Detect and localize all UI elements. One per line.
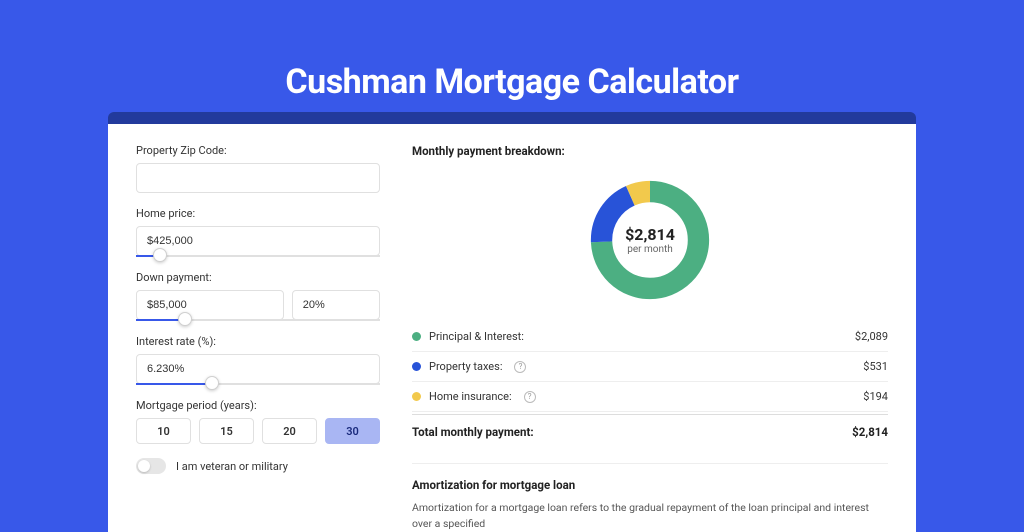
calculator-card: Property Zip Code: Home price: Down paym… bbox=[108, 112, 916, 532]
breakdown-title: Monthly payment breakdown: bbox=[412, 144, 888, 158]
price-input[interactable] bbox=[136, 226, 380, 256]
pi-label: Principal & Interest: bbox=[429, 330, 524, 343]
price-slider-thumb[interactable] bbox=[153, 248, 167, 262]
tax-label: Property taxes: bbox=[429, 360, 502, 373]
zip-label: Property Zip Code: bbox=[136, 144, 380, 157]
period-10-button[interactable]: 10 bbox=[136, 418, 191, 444]
total-label: Total monthly payment: bbox=[412, 425, 534, 439]
price-slider[interactable] bbox=[136, 255, 380, 257]
down-percent-input[interactable] bbox=[292, 290, 380, 320]
rate-slider-thumb[interactable] bbox=[205, 376, 219, 390]
legend-dot-yellow bbox=[412, 392, 421, 401]
help-icon[interactable]: ? bbox=[514, 361, 526, 373]
period-20-button[interactable]: 20 bbox=[262, 418, 317, 444]
row-property-taxes: Property taxes: ? $531 bbox=[412, 352, 888, 382]
inputs-panel: Property Zip Code: Home price: Down paym… bbox=[108, 124, 398, 532]
rate-label: Interest rate (%): bbox=[136, 335, 380, 348]
rate-input[interactable] bbox=[136, 354, 380, 384]
down-slider[interactable] bbox=[136, 319, 380, 321]
pi-value: $2,089 bbox=[855, 330, 888, 343]
tax-value: $531 bbox=[863, 360, 888, 373]
legend-dot-green bbox=[412, 332, 421, 341]
breakdown-panel: Monthly payment breakdown: $2,814 per mo… bbox=[398, 124, 916, 532]
down-slider-thumb[interactable] bbox=[178, 312, 192, 326]
ins-label: Home insurance: bbox=[429, 390, 512, 403]
help-icon[interactable]: ? bbox=[524, 391, 536, 403]
donut-sub: per month bbox=[627, 244, 673, 255]
rate-slider[interactable] bbox=[136, 383, 380, 385]
row-home-insurance: Home insurance: ? $194 bbox=[412, 382, 888, 412]
veteran-toggle[interactable] bbox=[136, 458, 166, 474]
period-15-button[interactable]: 15 bbox=[199, 418, 254, 444]
down-amount-input[interactable] bbox=[136, 290, 284, 320]
page-title: Cushman Mortgage Calculator bbox=[0, 0, 1024, 102]
price-label: Home price: bbox=[136, 207, 380, 220]
veteran-label: I am veteran or military bbox=[176, 460, 288, 473]
row-total: Total monthly payment: $2,814 bbox=[412, 414, 888, 449]
period-label: Mortgage period (years): bbox=[136, 399, 380, 412]
donut-chart: $2,814 per month bbox=[586, 176, 714, 304]
amort-title: Amortization for mortgage loan bbox=[412, 478, 888, 492]
legend-dot-blue bbox=[412, 362, 421, 371]
row-principal-interest: Principal & Interest: $2,089 bbox=[412, 322, 888, 352]
down-label: Down payment: bbox=[136, 271, 380, 284]
zip-input[interactable] bbox=[136, 163, 380, 193]
donut-total: $2,814 bbox=[625, 225, 675, 244]
period-30-button[interactable]: 30 bbox=[325, 418, 380, 444]
ins-value: $194 bbox=[863, 390, 888, 403]
amort-text: Amortization for a mortgage loan refers … bbox=[412, 500, 888, 532]
total-value: $2,814 bbox=[852, 425, 888, 439]
